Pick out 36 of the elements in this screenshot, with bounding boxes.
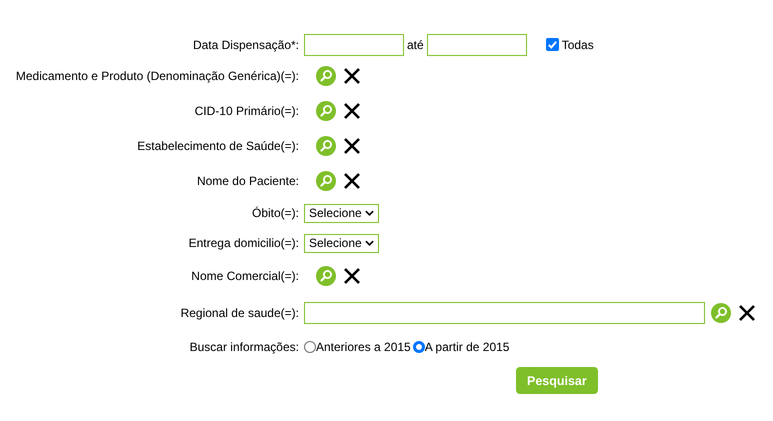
close-icon[interactable] (343, 66, 361, 84)
close-icon[interactable] (343, 172, 361, 190)
close-icon[interactable] (343, 136, 361, 154)
chevron-down-icon (364, 210, 374, 216)
all-checkbox[interactable]: Todas (546, 38, 594, 52)
search-icon[interactable] (316, 136, 336, 156)
close-icon[interactable] (738, 304, 756, 322)
field-label: Estabelecimento de Saúde(=): (137, 138, 299, 152)
field-label: Nome Comercial(=): (191, 268, 299, 282)
date-field[interactable] (304, 34, 404, 56)
text-field[interactable] (304, 302, 705, 324)
search-icon[interactable] (711, 303, 731, 323)
close-icon[interactable] (343, 266, 361, 284)
field-label: Entrega domicilio(=): (188, 236, 299, 250)
close-icon[interactable] (343, 102, 361, 120)
search-icon[interactable] (316, 100, 336, 120)
radio-button[interactable] (304, 341, 316, 353)
field-label: Data Dispensação*: (192, 38, 299, 52)
radio-button[interactable] (412, 341, 425, 353)
field-label: Nome do Paciente: (196, 174, 299, 188)
search-icon[interactable] (316, 266, 336, 286)
date-field[interactable] (426, 34, 527, 56)
field-label: Buscar informações: (190, 340, 299, 354)
chevron-down-icon (364, 240, 374, 246)
field-label: Medicamento e Produto (Denominação Genérica)(=): (16, 68, 299, 82)
field-label: CID-10 Primário(=): (194, 104, 299, 118)
dropdown[interactable]: Selecione (304, 234, 379, 252)
radio-option[interactable]: A partir de 2015 (412, 340, 510, 354)
field-label: Óbito(=): (252, 206, 299, 220)
checkbox[interactable] (546, 38, 559, 51)
radio-option[interactable]: Anteriores a 2015 (304, 340, 411, 354)
search-icon[interactable] (316, 170, 336, 190)
dropdown[interactable]: Selecione (304, 204, 379, 222)
field-label: Regional de saude(=): (180, 306, 299, 320)
search-icon[interactable] (316, 66, 336, 86)
range-separator: até (407, 38, 424, 52)
